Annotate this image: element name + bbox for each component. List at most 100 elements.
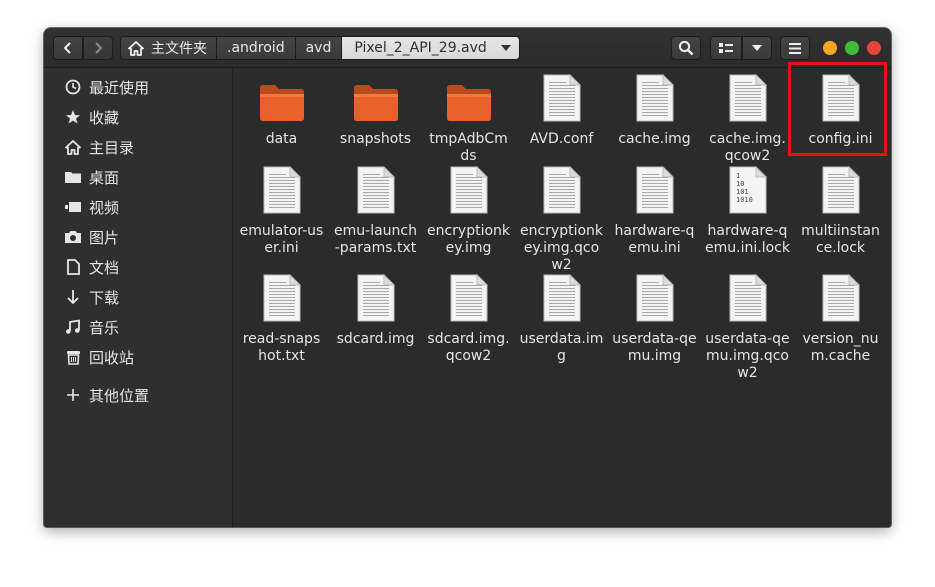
- breadcrumb-current[interactable]: Pixel_2_API_29.avd: [342, 36, 520, 60]
- breadcrumb-android[interactable]: .android: [217, 36, 296, 60]
- file-item[interactable]: userdata-qemu.img: [608, 274, 701, 365]
- file-name: sdcard.img.qcow2: [427, 331, 510, 364]
- file-name: data: [265, 131, 298, 147]
- view-toggle-button[interactable]: [710, 36, 742, 60]
- file-item[interactable]: tmpAdbCmds: [422, 74, 515, 165]
- folder-icon: [422, 74, 515, 122]
- sidebar-item-starred[interactable]: 收藏: [44, 103, 232, 131]
- header-bar: 主文件夹 .android avd Pixel_2_API_29.avd: [44, 28, 891, 68]
- file-item[interactable]: userdata-qemu.img.qcow2: [701, 274, 794, 382]
- sidebar: 最近使用 收藏 主目录 桌面 视频 图片 文档 下载 音乐 回收站 其他位置: [44, 68, 233, 527]
- text-file-icon: [701, 74, 794, 122]
- sidebar-item-label: 视频: [89, 198, 120, 217]
- svg-text:1: 1: [736, 172, 740, 180]
- sidebar-item-recent[interactable]: 最近使用: [44, 73, 232, 101]
- sidebar-item-label: 文档: [89, 258, 120, 277]
- file-name: userdata-qemu.img.qcow2: [705, 331, 790, 381]
- document-icon: [65, 259, 81, 275]
- breadcrumb-avd[interactable]: avd: [295, 36, 343, 60]
- file-item[interactable]: sdcard.img: [329, 274, 422, 348]
- sidebar-item-home[interactable]: 主目录: [44, 133, 232, 161]
- sidebar-item-label: 最近使用: [89, 78, 150, 97]
- file-item[interactable]: multiinstance.lock: [794, 166, 887, 257]
- breadcrumb-android-label: .android: [227, 40, 285, 56]
- sidebar-item-pictures[interactable]: 图片: [44, 223, 232, 251]
- minimize-button[interactable]: [823, 41, 837, 55]
- breadcrumb-current-label: Pixel_2_API_29.avd: [354, 40, 487, 56]
- maximize-button[interactable]: [845, 41, 859, 55]
- text-file-icon: [422, 274, 515, 322]
- download-arrow-icon: [65, 289, 81, 305]
- breadcrumb-home[interactable]: 主文件夹: [120, 36, 217, 60]
- home-icon: [128, 40, 144, 56]
- file-item[interactable]: cache.img.qcow2: [701, 74, 794, 165]
- folder-icon: [329, 74, 422, 122]
- file-item[interactable]: sdcard.img.qcow2: [422, 274, 515, 365]
- file-item[interactable]: cache.img: [608, 74, 701, 148]
- sidebar-item-videos[interactable]: 视频: [44, 193, 232, 221]
- sidebar-item-downloads[interactable]: 下载: [44, 283, 232, 311]
- chevron-right-icon: [95, 42, 103, 54]
- breadcrumb: 主文件夹 .android avd Pixel_2_API_29.avd: [120, 36, 520, 60]
- file-name: tmpAdbCmds: [429, 131, 508, 164]
- file-name: userdata.img: [519, 331, 604, 364]
- text-file-icon: [235, 274, 328, 322]
- back-button[interactable]: [53, 36, 83, 60]
- search-icon: [678, 40, 694, 56]
- text-file-icon: [515, 74, 608, 122]
- file-item[interactable]: emulator-user.ini: [235, 166, 328, 257]
- file-name: version_num.cache: [802, 331, 879, 364]
- file-item[interactable]: data: [235, 74, 328, 148]
- file-name: AVD.conf: [529, 131, 594, 147]
- file-item[interactable]: emu-launch-params.txt: [329, 166, 422, 257]
- file-name: encryptionkey.img.qcow2: [519, 223, 604, 273]
- close-button[interactable]: [867, 41, 881, 55]
- sidebar-item-trash[interactable]: 回收站: [44, 343, 232, 371]
- sidebar-item-label: 主目录: [89, 138, 135, 157]
- file-item[interactable]: encryptionkey.img.qcow2: [515, 166, 608, 274]
- file-name: cache.img: [618, 131, 691, 147]
- text-file-icon: [794, 274, 887, 322]
- file-name: emulator-user.ini: [239, 223, 324, 256]
- text-file-icon: [794, 166, 887, 214]
- breadcrumb-avd-label: avd: [305, 40, 332, 56]
- file-name: multiinstance.lock: [801, 223, 880, 256]
- sidebar-item-music[interactable]: 音乐: [44, 313, 232, 341]
- sidebar-item-label: 桌面: [89, 168, 120, 187]
- sidebar-item-documents[interactable]: 文档: [44, 253, 232, 281]
- text-file-icon: [608, 274, 701, 322]
- file-item[interactable]: snapshots: [329, 74, 422, 148]
- video-icon: [65, 199, 81, 215]
- file-item[interactable]: userdata.img: [515, 274, 608, 365]
- menu-button[interactable]: [780, 36, 810, 60]
- file-name: hardware-qemu.ini.lock: [705, 223, 790, 256]
- camera-icon: [65, 229, 81, 245]
- file-item[interactable]: version_num.cache: [794, 274, 887, 365]
- file-name: snapshots: [339, 131, 412, 147]
- trash-icon: [65, 349, 81, 365]
- text-file-icon: [608, 166, 701, 214]
- sidebar-item-label: 下载: [89, 288, 120, 307]
- sidebar-item-other-locations[interactable]: 其他位置: [44, 381, 232, 409]
- file-name: emu-launch-params.txt: [334, 223, 417, 256]
- music-note-icon: [65, 319, 81, 335]
- text-file-icon: [329, 166, 422, 214]
- file-item[interactable]: encryptionkey.img: [422, 166, 515, 257]
- view-options-button[interactable]: [742, 36, 772, 60]
- svg-text:101: 101: [736, 188, 749, 196]
- file-name: userdata-qemu.img: [612, 331, 697, 364]
- file-item[interactable]: AVD.conf: [515, 74, 608, 148]
- text-file-icon: [329, 274, 422, 322]
- file-item[interactable]: hardware-qemu.ini: [608, 166, 701, 257]
- search-button[interactable]: [671, 36, 701, 60]
- forward-button[interactable]: [83, 36, 113, 60]
- caret-down-icon: [500, 45, 511, 51]
- file-name: sdcard.img: [336, 331, 415, 347]
- file-item[interactable]: 1 10 101 1010 hardware-qemu.ini.lock: [701, 166, 794, 257]
- file-item[interactable]: read-snapshot.txt: [235, 274, 328, 365]
- text-file-icon: [235, 166, 328, 214]
- chevron-down-icon: [752, 45, 762, 51]
- svg-text:1010: 1010: [736, 196, 753, 204]
- sidebar-item-desktop[interactable]: 桌面: [44, 163, 232, 191]
- svg-text:10: 10: [736, 180, 744, 188]
